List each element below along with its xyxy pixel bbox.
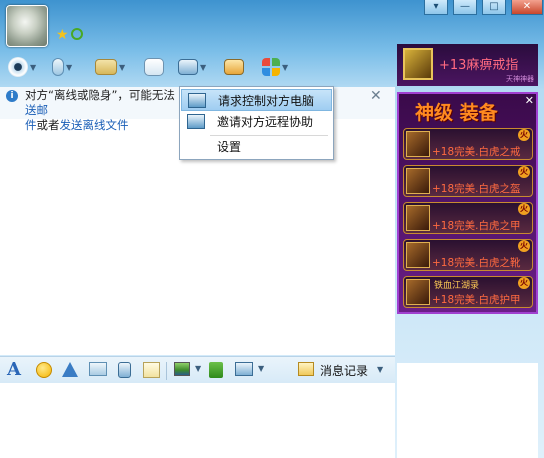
equipment-icon xyxy=(406,168,430,194)
ad-banner-top[interactable]: +13麻痹戒指 天神神器 xyxy=(397,44,538,86)
notice-text: 对方“离线或隐身”，可能无法 xyxy=(25,88,175,102)
side-panel xyxy=(397,363,538,458)
ad-title: 神级 装备 xyxy=(415,102,498,124)
ad-row[interactable]: 火 铁血江湖录 +18完美.白虎护甲 xyxy=(403,276,533,308)
invite-assist-icon xyxy=(187,114,205,129)
video-clip-icon[interactable] xyxy=(89,362,107,376)
send-mail-link-cont[interactable]: 件 xyxy=(25,118,37,132)
apps-grid-icon xyxy=(262,58,280,76)
emoji-icon[interactable] xyxy=(36,362,52,378)
minimize-button[interactable]: — xyxy=(453,0,477,15)
send-mail-link[interactable]: 送邮 xyxy=(25,103,48,117)
video-icon xyxy=(8,57,28,77)
message-history-icon[interactable] xyxy=(298,362,314,376)
ad-row[interactable]: 火 +18完美.白虎之靴 xyxy=(403,239,533,271)
info-icon: i xyxy=(6,90,18,102)
chevron-down-icon[interactable]: ▼ xyxy=(282,63,288,72)
chevron-down-icon[interactable]: ▼ xyxy=(30,63,36,72)
send-offline-file-link[interactable]: 发送离线文件 xyxy=(60,118,129,132)
equipment-icon xyxy=(406,131,430,157)
add-contact-button[interactable] xyxy=(144,54,164,80)
status-swirl-icon[interactable] xyxy=(71,28,83,40)
remote-assist-button[interactable]: ▼ xyxy=(178,54,206,80)
window-menu-button[interactable]: ▾ xyxy=(424,0,448,15)
ad-close-icon[interactable]: ✕ xyxy=(525,94,534,107)
add-contact-icon xyxy=(144,58,164,76)
contact-avatar[interactable] xyxy=(6,5,48,47)
video-button[interactable]: ▼ xyxy=(8,54,36,80)
menu-item-settings[interactable]: 设置 xyxy=(181,136,332,158)
voice-message-icon[interactable] xyxy=(118,362,131,378)
file-transfer-button[interactable]: ▼ xyxy=(95,54,125,80)
ad-row[interactable]: 火 +18完美.白虎之戒 xyxy=(403,128,533,160)
hot-badge: 火 xyxy=(518,166,530,178)
note-icon[interactable] xyxy=(143,362,160,378)
voice-icon xyxy=(52,58,64,76)
message-input[interactable] xyxy=(0,383,395,458)
ad-top-text: +13麻痹戒指 xyxy=(439,58,519,73)
music-icon[interactable] xyxy=(209,362,223,378)
menu-item-request-control[interactable]: 请求控制对方电脑 xyxy=(181,89,332,111)
format-toolbar: A ▼ ▼ 消息记录 ▼ xyxy=(0,356,395,383)
toolbar-separator xyxy=(166,362,167,380)
hot-badge: 火 xyxy=(518,203,530,215)
chat-window: ▾ — □ ✕ ★ ▼ ▼ ▼ ▼ ▼ i 对方“离线或隐身”，可能无法送邮 件… xyxy=(0,0,544,458)
ring-item-icon xyxy=(403,48,433,80)
image-icon[interactable] xyxy=(174,362,190,376)
message-history-button[interactable]: 消息记录 xyxy=(320,362,368,379)
equipment-icon xyxy=(406,242,430,268)
star-icon[interactable]: ★ xyxy=(56,27,69,43)
share-screen-button[interactable] xyxy=(224,54,244,80)
voice-button[interactable]: ▼ xyxy=(52,54,72,80)
equipment-icon xyxy=(406,205,430,231)
chevron-down-icon[interactable]: ▼ xyxy=(66,63,72,72)
remote-assist-menu: 请求控制对方电脑 邀请对方远程协助 设置 xyxy=(179,86,334,160)
remote-control-icon xyxy=(188,93,206,108)
screen-capture-icon[interactable] xyxy=(235,362,253,376)
maximize-button[interactable]: □ xyxy=(482,0,506,15)
close-button[interactable]: ✕ xyxy=(511,0,543,15)
ad-top-sub: 天神神器 xyxy=(506,75,534,83)
shake-icon[interactable] xyxy=(62,362,78,377)
font-icon[interactable]: A xyxy=(7,359,21,380)
file-transfer-icon xyxy=(95,59,117,75)
close-notice-icon[interactable]: ✕ xyxy=(370,88,382,104)
ad-banner-equipment[interactable]: 神级 装备 ✕ 火 +18完美.白虎之戒 火 +18完美.白虎之盔 火 +18完… xyxy=(397,92,538,314)
ad-row[interactable]: 火 +18完美.白虎之盔 xyxy=(403,165,533,197)
equipment-icon xyxy=(406,279,430,305)
apps-button[interactable]: ▼ xyxy=(262,54,288,80)
chevron-down-icon[interactable]: ▼ xyxy=(377,365,383,382)
chevron-down-icon[interactable]: ▼ xyxy=(195,364,201,381)
chevron-down-icon[interactable]: ▼ xyxy=(258,364,264,381)
remote-assist-icon xyxy=(178,59,198,75)
hot-badge: 火 xyxy=(518,129,530,141)
notice-or-text: 或者 xyxy=(36,118,60,132)
chevron-down-icon[interactable]: ▼ xyxy=(200,63,206,72)
share-screen-icon xyxy=(224,59,244,75)
ad-row[interactable]: 火 +18完美.白虎之甲 xyxy=(403,202,533,234)
hot-badge: 火 xyxy=(518,277,530,289)
chevron-down-icon[interactable]: ▼ xyxy=(119,63,125,72)
menu-item-invite-assist[interactable]: 邀请对方远程协助 xyxy=(181,111,332,133)
hot-badge: 火 xyxy=(518,240,530,252)
